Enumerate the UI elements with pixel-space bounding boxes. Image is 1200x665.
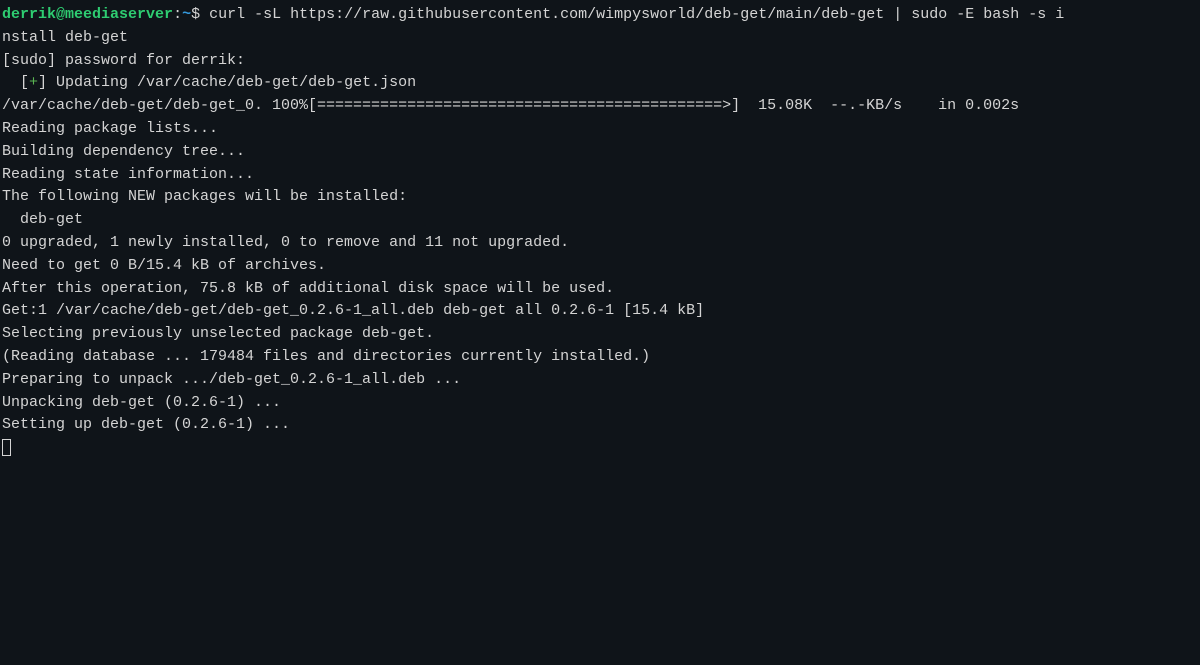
output-line: Need to get 0 B/15.4 kB of archives. bbox=[2, 255, 1198, 278]
output-line: Building dependency tree... bbox=[2, 141, 1198, 164]
terminal-output[interactable]: derrik@meediaserver:~$ curl -sL https://… bbox=[2, 4, 1198, 460]
output-line: [+] Updating /var/cache/deb-get/deb-get.… bbox=[2, 72, 1198, 95]
prompt-path: ~ bbox=[182, 6, 191, 23]
cursor-icon bbox=[2, 439, 11, 456]
output-line: Selecting previously unselected package … bbox=[2, 323, 1198, 346]
output-line: Unpacking deb-get (0.2.6-1) ... bbox=[2, 392, 1198, 415]
output-line: 0 upgraded, 1 newly installed, 0 to remo… bbox=[2, 232, 1198, 255]
output-line-progress: /var/cache/deb-get/deb-get_0. 100%[=====… bbox=[2, 95, 1198, 118]
output-line: After this operation, 75.8 kB of additio… bbox=[2, 278, 1198, 301]
output-line: [sudo] password for derrik: bbox=[2, 50, 1198, 73]
bracket-prefix: [ bbox=[2, 74, 29, 91]
command-continuation: nstall deb-get bbox=[2, 27, 1198, 50]
output-line: Preparing to unpack .../deb-get_0.2.6-1_… bbox=[2, 369, 1198, 392]
output-line: Reading package lists... bbox=[2, 118, 1198, 141]
output-line: The following NEW packages will be insta… bbox=[2, 186, 1198, 209]
prompt-host: meediaserver bbox=[65, 6, 173, 23]
output-line: deb-get bbox=[2, 209, 1198, 232]
output-line: (Reading database ... 179484 files and d… bbox=[2, 346, 1198, 369]
prompt-user: derrik bbox=[2, 6, 56, 23]
prompt-at: @ bbox=[56, 6, 65, 23]
plus-icon: + bbox=[29, 74, 38, 91]
prompt-dollar: $ bbox=[191, 6, 209, 23]
output-line: Reading state information... bbox=[2, 164, 1198, 187]
output-line: Get:1 /var/cache/deb-get/deb-get_0.2.6-1… bbox=[2, 300, 1198, 323]
command-text-1: curl -sL https://raw.githubusercontent.c… bbox=[209, 6, 1064, 23]
bracket-suffix: ] Updating /var/cache/deb-get/deb-get.js… bbox=[38, 74, 416, 91]
prompt-colon: : bbox=[173, 6, 182, 23]
output-line: Setting up deb-get (0.2.6-1) ... bbox=[2, 414, 1198, 437]
prompt-line: derrik@meediaserver:~$ curl -sL https://… bbox=[2, 4, 1198, 27]
cursor-line bbox=[2, 437, 1198, 460]
